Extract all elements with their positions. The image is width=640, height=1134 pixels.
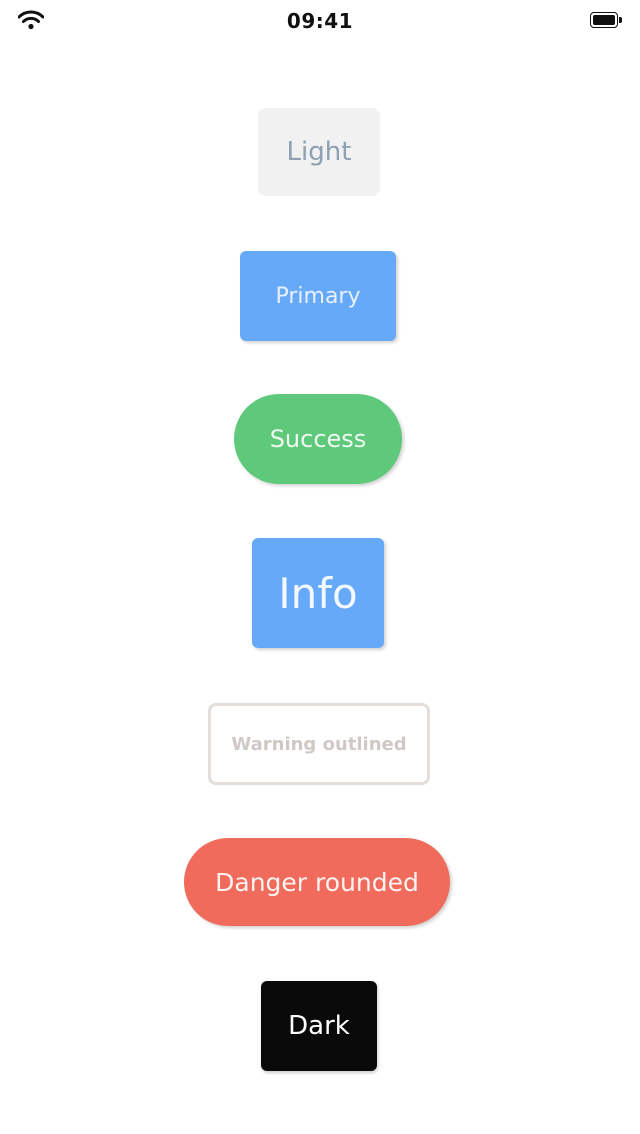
- warning-outlined-button[interactable]: Warning outlined: [208, 703, 430, 785]
- warning-outlined-button-label: Warning outlined: [231, 733, 407, 755]
- success-button-label: Success: [269, 425, 367, 453]
- success-button[interactable]: Success: [234, 394, 402, 484]
- primary-button[interactable]: Primary: [240, 251, 396, 341]
- dark-button[interactable]: Dark: [261, 981, 377, 1071]
- light-button[interactable]: Light: [258, 108, 380, 196]
- light-button-label: Light: [286, 137, 352, 167]
- battery-full-icon: [590, 12, 626, 30]
- status-time: 09:41: [286, 9, 354, 33]
- info-button-label: Info: [278, 568, 358, 618]
- info-button[interactable]: Info: [252, 538, 384, 648]
- dark-button-label: Dark: [288, 1011, 350, 1041]
- danger-rounded-button[interactable]: Danger rounded: [184, 838, 450, 926]
- primary-button-label: Primary: [275, 283, 361, 309]
- danger-rounded-button-label: Danger rounded: [215, 867, 419, 897]
- status-bar: 09:41: [0, 0, 640, 44]
